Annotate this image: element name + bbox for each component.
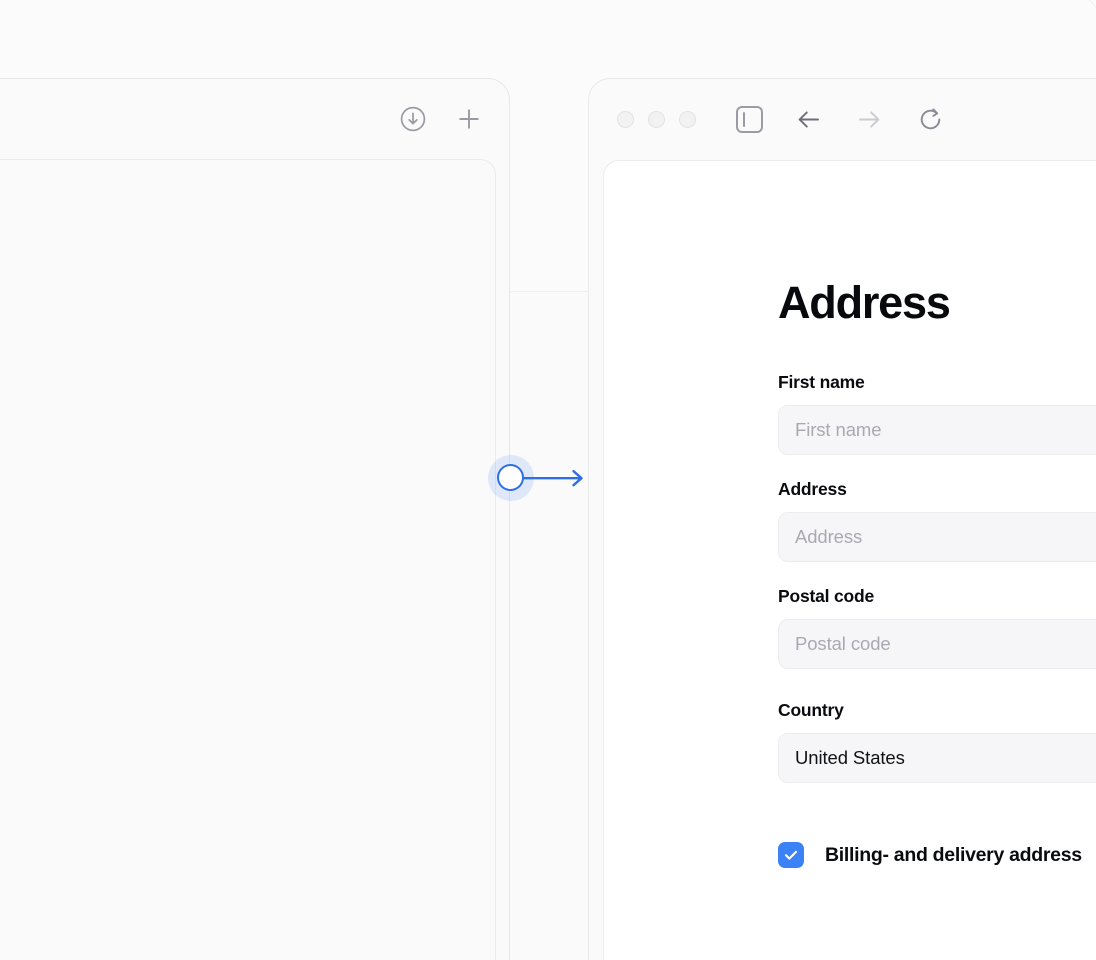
label-postal-code: Postal code <box>778 586 875 606</box>
input-postal-code[interactable]: Postal code <box>778 619 1096 669</box>
left-app-window <box>0 78 510 960</box>
browser-nav-icons <box>736 104 946 135</box>
browser-page-content: Address First name First name Address Ad… <box>603 160 1096 960</box>
label-address: Address <box>778 479 847 499</box>
field-country: Country United States <box>778 700 1096 783</box>
input-first-name[interactable]: First name <box>778 405 1096 455</box>
forward-arrow-icon <box>854 104 885 135</box>
input-address[interactable]: Address <box>778 512 1096 562</box>
minimize-button[interactable] <box>648 111 665 128</box>
billing-delivery-checkbox-label: Billing- and delivery address <box>825 843 1082 866</box>
traffic-lights <box>617 111 696 128</box>
close-button[interactable] <box>617 111 634 128</box>
field-address: Address Address <box>778 479 1096 562</box>
address-form: Address First name First name Address Ad… <box>778 280 1096 868</box>
checkmark-icon <box>784 850 798 860</box>
field-postal-code: Postal code Postal code <box>778 586 1096 669</box>
left-toolbar-actions <box>399 79 483 159</box>
screenshot-canvas: Address First name First name Address Ad… <box>0 0 1096 960</box>
download-icon[interactable] <box>399 105 427 133</box>
back-arrow-icon[interactable] <box>793 104 824 135</box>
billing-delivery-checkbox-row[interactable]: Billing- and delivery address <box>778 842 1096 868</box>
plus-icon[interactable] <box>455 105 483 133</box>
left-window-content <box>0 159 496 960</box>
browser-toolbar <box>589 79 1096 160</box>
label-first-name: First name <box>778 372 865 392</box>
billing-delivery-checkbox[interactable] <box>778 842 804 868</box>
field-first-name: First name First name <box>778 372 1096 455</box>
sidebar-toggle-icon[interactable] <box>736 106 763 133</box>
browser-window: Address First name First name Address Ad… <box>588 78 1096 960</box>
page-title: Address <box>778 277 951 328</box>
label-country: Country <box>778 700 844 720</box>
maximize-button[interactable] <box>679 111 696 128</box>
left-window-toolbar <box>0 79 509 159</box>
reload-icon[interactable] <box>915 104 946 135</box>
select-country[interactable]: United States <box>778 733 1096 783</box>
